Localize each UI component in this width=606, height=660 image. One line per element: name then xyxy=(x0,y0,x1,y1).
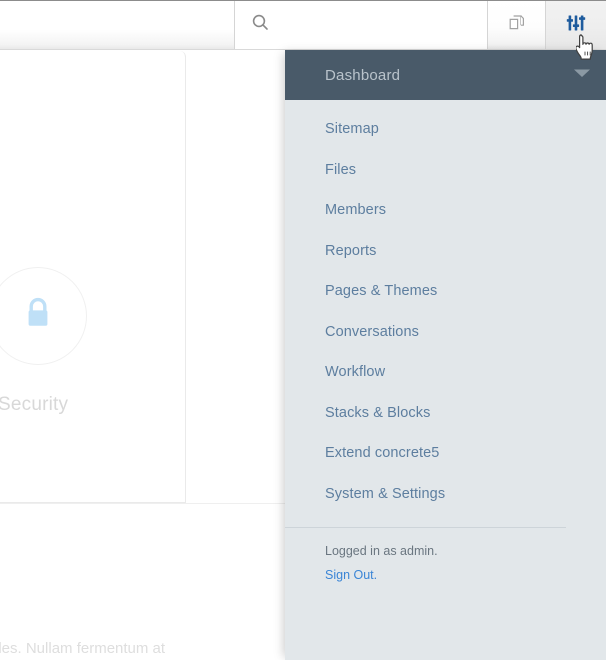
dashboard-dropdown-header[interactable]: Dashboard xyxy=(285,50,606,100)
menu-item-members[interactable]: Members xyxy=(325,203,606,218)
app-screen: Security ales. Nullam fermentum at Dashb… xyxy=(0,0,606,660)
body-paragraph-text: ales. Nullam fermentum at xyxy=(0,640,166,657)
menu-item-sitemap[interactable]: Sitemap xyxy=(325,122,606,137)
menu-item-reports[interactable]: Reports xyxy=(325,243,606,259)
security-tile-card[interactable]: Security xyxy=(0,51,186,503)
dashboard-header-title: Dashboard xyxy=(325,66,401,84)
search-icon xyxy=(252,14,269,36)
dashboard-dropdown-panel: Dashboard Sitemap Files Members Reports … xyxy=(285,50,606,660)
background-page-content: Security ales. Nullam fermentum at xyxy=(0,50,290,660)
toolbar-left-region xyxy=(0,1,235,49)
copy-pages-button[interactable] xyxy=(488,1,546,49)
search-region[interactable] xyxy=(235,1,488,49)
menu-item-extend-concrete5[interactable]: Extend concrete5 xyxy=(325,446,606,461)
lock-icon xyxy=(23,297,53,336)
copy-pages-icon xyxy=(507,13,527,38)
security-tile-label: Security xyxy=(0,394,69,415)
menu-item-stacks-and-blocks[interactable]: Stacks & Blocks xyxy=(325,405,606,421)
chevron-down-icon[interactable] xyxy=(572,66,592,84)
dropdown-footer: Logged in as admin. Sign Out. xyxy=(285,528,606,584)
menu-item-conversations[interactable]: Conversations xyxy=(325,324,606,340)
content-divider xyxy=(0,503,290,504)
menu-item-pages-and-themes[interactable]: Pages & Themes xyxy=(325,284,606,299)
menu-item-system-and-settings[interactable]: System & Settings xyxy=(325,486,606,502)
menu-item-files[interactable]: Files xyxy=(325,162,606,178)
top-toolbar xyxy=(0,0,606,50)
sign-out-link[interactable]: Sign Out. xyxy=(325,568,377,582)
dashboard-menu-list: Sitemap Files Members Reports Pages & Th… xyxy=(285,100,606,501)
lock-icon-circle xyxy=(0,267,87,365)
dashboard-toggle-button[interactable] xyxy=(546,1,606,49)
menu-item-workflow[interactable]: Workflow xyxy=(325,365,606,380)
search-input[interactable] xyxy=(279,16,483,34)
logged-in-status: Logged in as admin. xyxy=(325,544,438,558)
sliders-settings-icon xyxy=(566,13,586,38)
